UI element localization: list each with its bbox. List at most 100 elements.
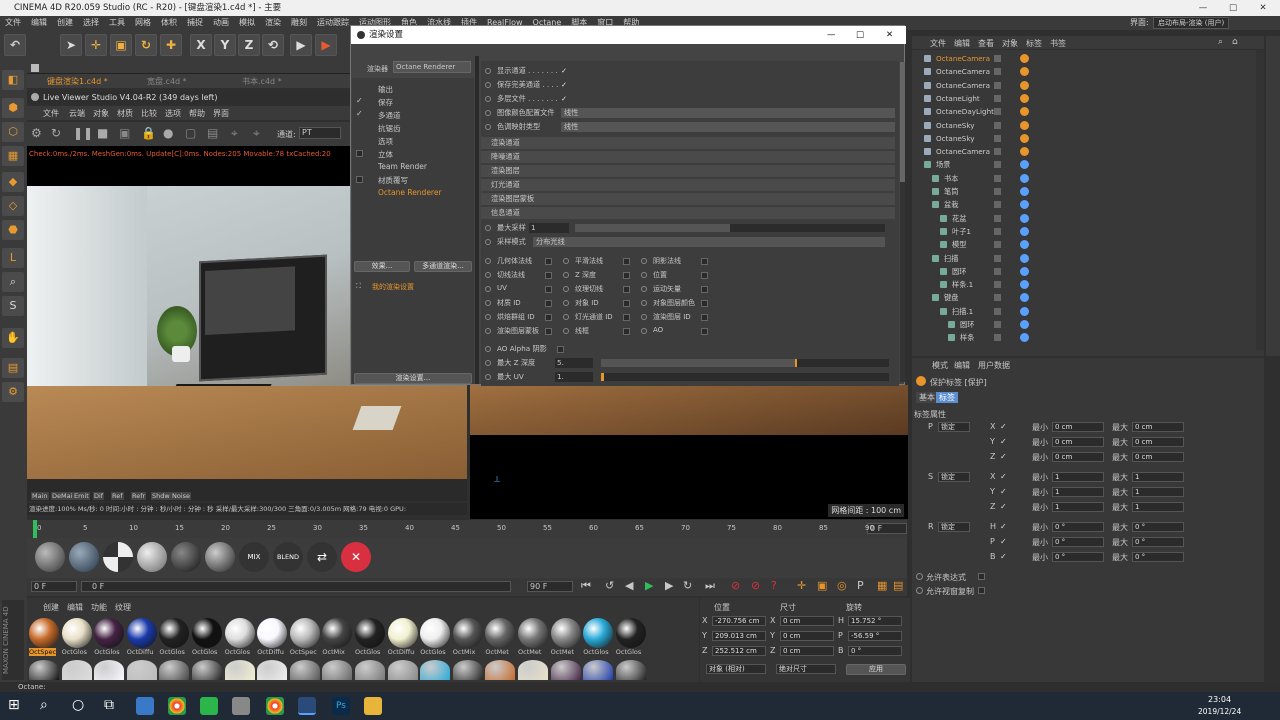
anim-dot[interactable]	[485, 239, 491, 245]
nav-material-override[interactable]: 材质覆写	[378, 175, 408, 186]
menu-item[interactable]: 工具	[109, 16, 125, 30]
splitter[interactable]	[475, 56, 479, 384]
tab-document[interactable]: 键盘渲染1.c4d *	[47, 76, 108, 87]
object-name[interactable]: 笔筒	[944, 185, 958, 198]
tag-icon[interactable]	[1020, 213, 1029, 223]
axis-x-button[interactable]: X	[190, 34, 212, 56]
effect-button[interactable]: 效果...	[354, 261, 410, 272]
material-name[interactable]: OctMix	[322, 648, 345, 656]
object-name[interactable]: 圆环	[952, 265, 966, 278]
anim-dot[interactable]	[485, 314, 491, 320]
material-thumbnail[interactable]	[485, 660, 516, 680]
object-name[interactable]: OctaneCamera	[936, 52, 990, 65]
material-name[interactable]: OctGlos	[355, 648, 380, 656]
material-thumbnail[interactable]	[94, 618, 125, 648]
tag-icon[interactable]	[1020, 266, 1029, 276]
material-name[interactable]: OctDiffu	[257, 648, 284, 656]
dialog-scrollbar[interactable]	[900, 62, 905, 382]
object-name[interactable]: 扫描.1	[952, 305, 973, 318]
menu-item[interactable]: 选择	[83, 16, 99, 30]
visibility-toggle[interactable]	[994, 121, 1001, 129]
anim-dot[interactable]	[641, 286, 647, 292]
material-thumbnail[interactable]	[420, 618, 451, 648]
info-pass-checkbox[interactable]	[545, 300, 552, 307]
tag-icon[interactable]	[1020, 320, 1029, 329]
material-name[interactable]: OctGlos	[62, 648, 87, 656]
nav-team-render[interactable]: Team Render	[378, 162, 427, 171]
menu-item[interactable]: 模拟	[239, 16, 255, 30]
blend-material-button[interactable]: BLEND	[273, 542, 303, 572]
material-thumbnail[interactable]	[29, 660, 59, 680]
search-icon[interactable]: ⌕	[40, 697, 48, 713]
min-field[interactable]: 0 °	[1052, 522, 1104, 532]
material-name[interactable]: OctGlos	[225, 648, 250, 656]
material-thumbnail[interactable]	[518, 660, 548, 680]
material-thumbnail[interactable]	[29, 618, 59, 648]
close-button[interactable]: ✕	[1248, 0, 1278, 16]
paint-icon[interactable]: ✋	[2, 328, 24, 348]
color-profile-select[interactable]: 线性	[561, 108, 895, 118]
axis-enable-checkbox[interactable]: ✓	[1000, 487, 1007, 496]
info-pass-checkbox[interactable]	[701, 300, 708, 307]
start-frame-field[interactable]: 0 F	[31, 581, 77, 592]
photoshop-icon[interactable]: Ps	[332, 697, 350, 715]
obj-menu-item[interactable]: 书签	[1050, 38, 1066, 49]
pause-icon[interactable]: ❚❚	[73, 126, 93, 140]
coord-value-field[interactable]: 0 cm	[780, 646, 834, 656]
coord-value-field[interactable]: 0 cm	[780, 631, 834, 641]
sphere-icon[interactable]: ●	[163, 126, 173, 140]
max-field[interactable]: 1	[1132, 487, 1184, 497]
pos-key-icon[interactable]: ✛	[797, 579, 806, 592]
obj-menu-item[interactable]: 文件	[930, 38, 946, 49]
visibility-toggle[interactable]	[994, 68, 1001, 76]
object-row[interactable]: 样条	[916, 331, 1256, 344]
dialog-maximize-button[interactable]: □	[856, 26, 864, 44]
chrome-icon[interactable]	[168, 697, 186, 715]
tag-icon[interactable]	[1020, 200, 1029, 210]
tag-icon[interactable]	[1020, 160, 1029, 170]
play-icon[interactable]: ▶	[645, 579, 653, 592]
max-field[interactable]: 0 °	[1132, 522, 1184, 532]
info-pass-checkbox[interactable]	[623, 272, 630, 279]
max-z-slider[interactable]	[601, 359, 889, 367]
app-icon[interactable]	[136, 697, 154, 715]
min-field[interactable]: 1	[1052, 502, 1104, 512]
material-thumbnail[interactable]	[355, 618, 385, 648]
lv-menu-item[interactable]: 材质	[117, 108, 133, 119]
solo-icon[interactable]: ⚙	[2, 382, 24, 402]
material-thumbnail[interactable]	[61, 660, 92, 680]
pick-icon[interactable]: ⌖	[231, 126, 238, 141]
min-field[interactable]: 0 cm	[1052, 437, 1104, 447]
tag-icon[interactable]	[1020, 120, 1029, 130]
material-thumbnail[interactable]	[289, 660, 320, 680]
clock-time[interactable]: 23:04	[1208, 695, 1231, 704]
menu-item[interactable]: 体积	[161, 16, 177, 30]
mat-menu-item[interactable]: 创建	[43, 602, 59, 613]
goto-end-icon[interactable]: ⏭	[705, 579, 715, 593]
obj-menu-item[interactable]: 对象	[1002, 38, 1018, 49]
attr-menu-item[interactable]: 模式	[932, 360, 948, 371]
material-name[interactable]: OctGlos	[192, 648, 217, 656]
material-thumbnail[interactable]	[126, 618, 157, 648]
grid-key-icon[interactable]: ▦	[877, 579, 887, 592]
object-name[interactable]: 场景	[936, 158, 950, 171]
material-thumbnail[interactable]	[192, 618, 222, 648]
section-info-passes[interactable]: 信息通道	[481, 207, 895, 219]
material-thumbnail[interactable]	[126, 660, 157, 680]
menu-item[interactable]: 编辑	[31, 16, 47, 30]
pass-tab[interactable]: Dif	[93, 492, 105, 500]
task-view-icon[interactable]: ⧉	[104, 697, 114, 713]
next-key-icon[interactable]: ↻	[683, 579, 692, 592]
my-render-setting[interactable]: 我的渲染设置	[372, 282, 414, 292]
anim-dot[interactable]	[485, 258, 491, 264]
tag-icon[interactable]	[1020, 67, 1029, 77]
material-preview[interactable]	[171, 542, 201, 572]
autokey-icon[interactable]: ⊘	[751, 579, 760, 592]
material-preview[interactable]	[137, 542, 167, 572]
anim-dot[interactable]	[485, 360, 491, 366]
coord-value-field[interactable]: 0 °	[848, 646, 902, 656]
material-name[interactable]: OctMet	[551, 648, 574, 656]
ao-alpha-checkbox[interactable]	[557, 346, 564, 353]
info-pass-checkbox[interactable]	[701, 258, 708, 265]
nav-options[interactable]: 选项	[378, 136, 393, 147]
